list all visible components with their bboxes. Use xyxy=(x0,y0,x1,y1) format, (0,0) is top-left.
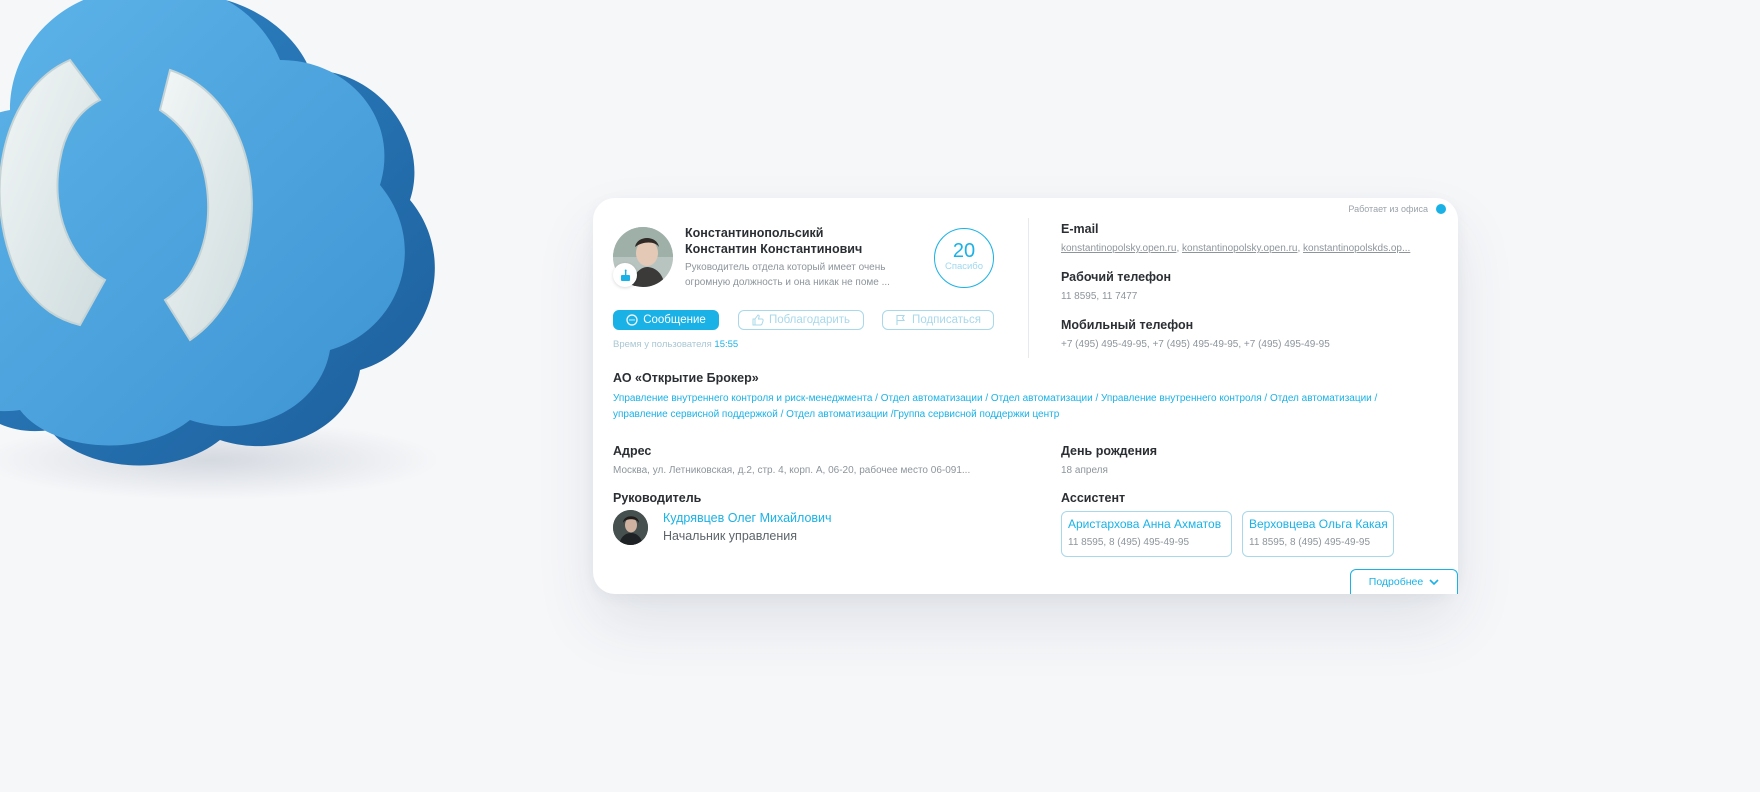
manager-title: Руководитель xyxy=(613,491,702,505)
assistant-phone: 11 8595, 8 (495) 495-49-95 xyxy=(1068,537,1190,548)
assistant-phone: 11 8595, 8 (495) 495-49-95 xyxy=(1249,537,1371,548)
email-link[interactable]: konstantinopolskds.op... xyxy=(1303,243,1410,254)
work-phone-title: Рабочий телефон xyxy=(1061,270,1172,284)
address-title: Адрес xyxy=(613,444,652,458)
employee-name-line1: Константинопольсикй xyxy=(685,226,824,240)
manager-avatar[interactable] xyxy=(613,510,648,545)
department-path[interactable]: Управление внутреннего контроля и риск-м… xyxy=(613,391,1413,423)
user-time-label: Время у пользователя xyxy=(613,339,712,350)
email-title: E-mail xyxy=(1061,222,1099,236)
status-dot-icon xyxy=(1436,204,1446,214)
employee-card: Работает из офиса Константинопольсикй Ко… xyxy=(593,198,1458,594)
manager-name[interactable]: Кудрявцев Олег Михайлович xyxy=(663,511,832,525)
message-button-label: Сообщение xyxy=(643,314,706,326)
flag-icon xyxy=(896,314,906,325)
email-link[interactable]: konstantinopolsky.open.ru xyxy=(1061,243,1176,254)
user-time-value: 15:55 xyxy=(714,339,739,350)
company-name: АО «Открытие Брокер» xyxy=(613,371,759,385)
manager-role: Начальник управления xyxy=(663,529,797,543)
message-button[interactable]: Сообщение xyxy=(613,310,719,330)
mobile-phone-title: Мобильный телефон xyxy=(1061,318,1194,332)
vertical-divider xyxy=(1028,218,1029,358)
employee-name-line2: Константин Константинович xyxy=(685,242,863,256)
status-indicator: Работает из офиса xyxy=(1348,204,1446,214)
assistant-name[interactable]: Аристархова Анна Ахматов xyxy=(1068,517,1226,531)
thank-button-label: Поблагодарить xyxy=(768,314,851,326)
work-phone-value: 11 8595, 11 7477 xyxy=(1061,291,1138,302)
employee-name: Константинопольсикй Константин Константи… xyxy=(685,225,885,257)
manager-photo xyxy=(613,510,648,545)
subscribe-button[interactable]: Подписаться xyxy=(882,310,994,330)
assistant-title: Ассистент xyxy=(1061,491,1126,505)
email-link[interactable]: konstantinopolsky.open.ru xyxy=(1182,243,1297,254)
birthday-value: 18 апреля xyxy=(1061,465,1108,476)
thumbs-up-icon xyxy=(752,314,764,326)
thank-button[interactable]: Поблагодарить xyxy=(738,310,864,330)
status-text: Работает из офиса xyxy=(1348,204,1428,214)
user-time: Время у пользователя 15:55 xyxy=(613,339,738,350)
cake-icon xyxy=(613,263,637,287)
address-value: Москва, ул. Летниковская, д.2, стр. 4, к… xyxy=(613,465,971,476)
assistant-card[interactable]: Аристархова Анна Ахматов 11 8595, 8 (495… xyxy=(1061,511,1232,557)
employee-position: Руководитель отдела который имеет очень … xyxy=(685,262,890,288)
mobile-phone-value: +7 (495) 495-49-95, +7 (495) 495-49-95, … xyxy=(1061,339,1330,350)
thanks-counter[interactable]: 20 Спасибо xyxy=(934,228,994,288)
assistant-name[interactable]: Верховцева Ольга Какая xyxy=(1249,517,1388,531)
email-list: konstantinopolsky.open.ru, konstantinopo… xyxy=(1061,243,1411,254)
thanks-label: Спасибо xyxy=(944,261,984,272)
assistant-card[interactable]: Верховцева Ольга Какая 11 8595, 8 (495) … xyxy=(1242,511,1394,557)
brand-logo-3d xyxy=(0,0,440,500)
more-button[interactable]: Подробнее xyxy=(1350,569,1458,594)
thanks-count: 20 xyxy=(952,240,976,262)
subscribe-button-label: Подписаться xyxy=(912,314,981,326)
more-button-label: Подробнее xyxy=(1368,576,1424,588)
chat-icon xyxy=(626,314,638,326)
birthday-title: День рождения xyxy=(1061,444,1158,458)
chevron-down-icon xyxy=(1429,578,1439,585)
